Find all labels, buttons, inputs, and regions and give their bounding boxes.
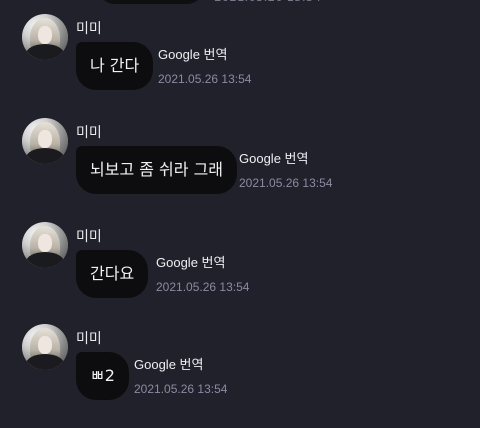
message-bubble-partial[interactable]	[98, 0, 204, 4]
avatar[interactable]	[22, 14, 68, 60]
avatar-face	[38, 336, 52, 354]
avatar[interactable]	[22, 118, 68, 164]
avatar-face	[38, 234, 52, 252]
google-translate-link[interactable]: Google 번역	[158, 44, 227, 63]
sender-name: 미미	[76, 229, 102, 245]
chat-message: 미미 간다요 Google 번역 2021.05.26 13:54	[0, 222, 480, 326]
avatar-body	[26, 148, 64, 164]
sender-name: 미미	[76, 331, 102, 347]
message-bubble[interactable]: 뇌보고 좀 쉬라 그래	[76, 146, 238, 194]
avatar-body	[26, 252, 64, 268]
message-timestamp: 2021.05.26 13:54	[156, 280, 250, 294]
avatar-face	[38, 26, 52, 44]
google-translate-link[interactable]: Google 번역	[156, 252, 225, 271]
message-bubble[interactable]: 나 간다	[76, 42, 154, 90]
message-timestamp: 2021.05.26 13:54	[158, 72, 252, 86]
avatar-body	[26, 354, 64, 370]
avatar-body	[26, 44, 64, 60]
message-timestamp: 2021.05.26 13:54	[239, 176, 333, 190]
sender-name: 미미	[76, 21, 102, 37]
message-timestamp: 2021.05.26 13:54	[134, 382, 228, 396]
message-timestamp-partial: 2021.05.26 13:54	[214, 0, 321, 4]
chat-message: 미미 ㅃ2 Google 번역 2021.05.26 13:54	[0, 324, 480, 428]
chat-message: 미미 나 간다 Google 번역 2021.05.26 13:54	[0, 14, 480, 118]
chat-message: 미미 뇌보고 좀 쉬라 그래 Google 번역 2021.05.26 13:5…	[0, 118, 480, 222]
avatar[interactable]	[22, 222, 68, 268]
chat-message-list: 2021.05.26 13:54 미미 나 간다 Google 번역 2021.…	[0, 0, 480, 427]
message-bubble[interactable]: ㅃ2	[76, 352, 129, 400]
sender-name: 미미	[76, 125, 102, 141]
avatar-face	[38, 130, 52, 148]
google-translate-link[interactable]: Google 번역	[239, 148, 308, 167]
google-translate-link[interactable]: Google 번역	[134, 354, 203, 373]
message-bubble[interactable]: 간다요	[76, 250, 149, 298]
avatar[interactable]	[22, 324, 68, 370]
